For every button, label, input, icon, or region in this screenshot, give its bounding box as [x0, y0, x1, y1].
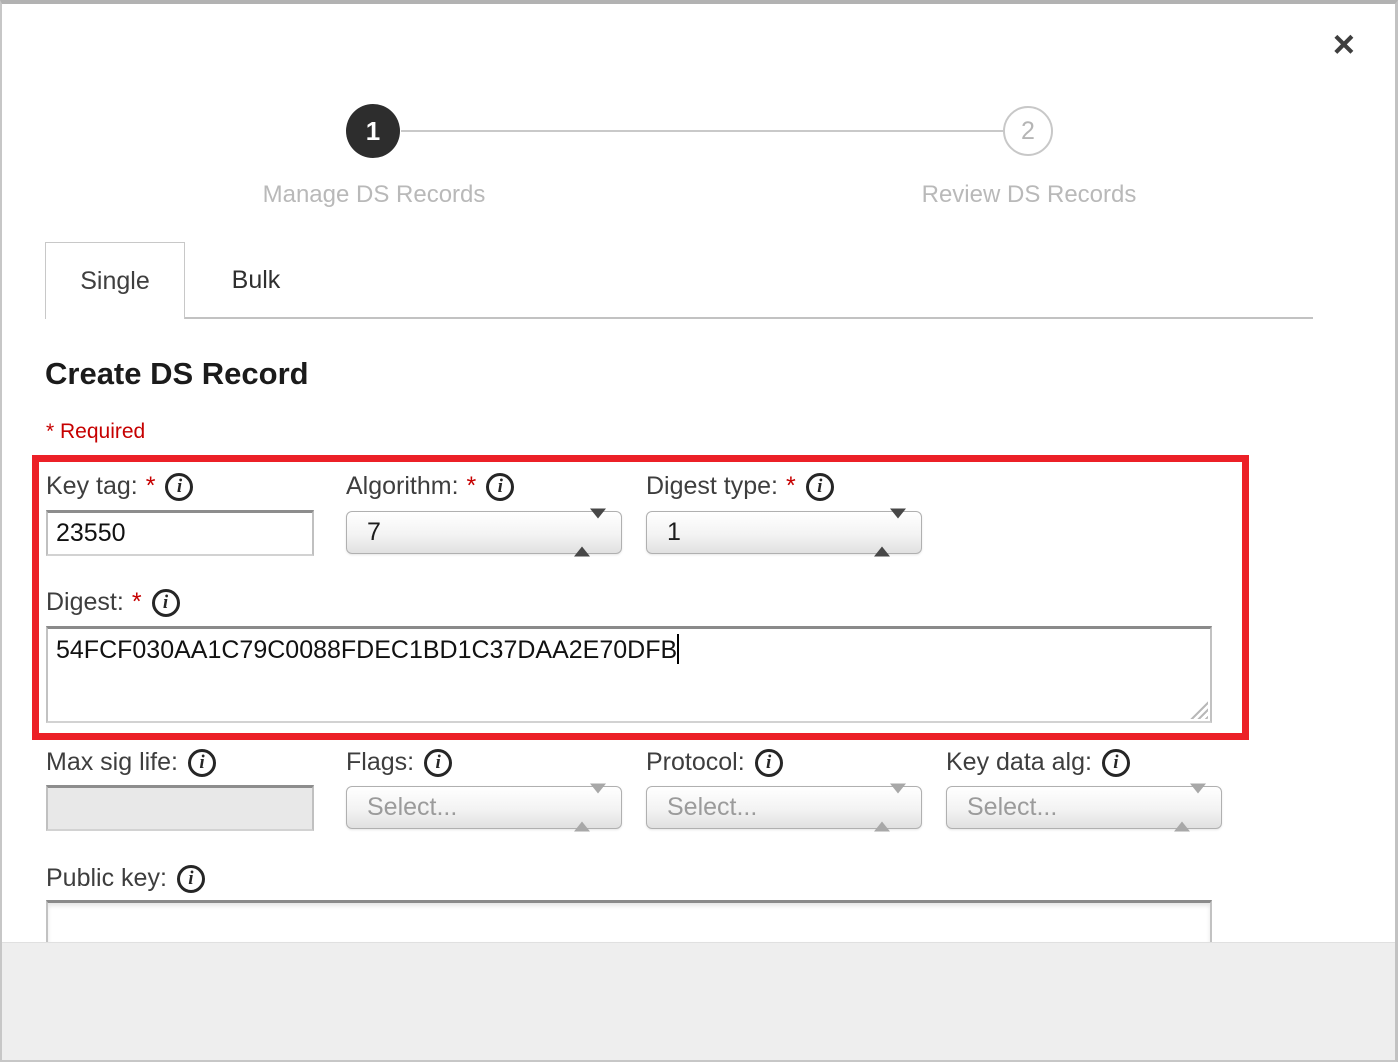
protocol-select[interactable]: Select...: [646, 786, 922, 829]
info-icon[interactable]: i: [165, 473, 193, 501]
required-note: * Required: [46, 420, 145, 444]
info-icon[interactable]: i: [1102, 749, 1130, 777]
max-sig-life-input[interactable]: [46, 785, 314, 831]
digest-label: Digest: * i: [46, 588, 180, 617]
public-key-label: Public key: i: [46, 864, 205, 893]
select-stepper-arrows-icon: [574, 518, 606, 547]
algorithm-select[interactable]: 7: [346, 511, 622, 554]
flags-label: Flags: i: [346, 748, 452, 777]
required-asterisk: *: [146, 472, 156, 501]
create-ds-record-modal: × 1 2 Manage DS Records Review DS Record…: [0, 0, 1398, 1062]
step-1-label: Manage DS Records: [204, 181, 544, 209]
algorithm-label: Algorithm: * i: [346, 472, 514, 501]
step-2-label: Review DS Records: [859, 181, 1199, 209]
text-caret: [677, 634, 679, 664]
key-tag-label: Key tag: * i: [46, 472, 193, 501]
step-1-indicator: 1: [346, 104, 400, 158]
key-data-alg-label: Key data alg: i: [946, 748, 1130, 777]
step-2-indicator: 2: [1003, 106, 1053, 156]
info-icon[interactable]: i: [755, 749, 783, 777]
modal-footer: Cancel Back Next: [2, 942, 1395, 1060]
info-icon[interactable]: i: [152, 589, 180, 617]
required-asterisk: *: [786, 472, 796, 501]
max-sig-life-label: Max sig life: i: [46, 748, 216, 777]
required-asterisk: *: [132, 588, 142, 617]
select-stepper-arrows-icon: [1174, 793, 1206, 822]
flags-select[interactable]: Select...: [346, 786, 622, 829]
info-icon[interactable]: i: [806, 473, 834, 501]
resize-grip-icon[interactable]: [1190, 701, 1208, 719]
info-icon[interactable]: i: [177, 865, 205, 893]
select-stepper-arrows-icon: [874, 518, 906, 547]
digest-type-label: Digest type: * i: [646, 472, 834, 501]
info-icon[interactable]: i: [424, 749, 452, 777]
required-asterisk: *: [467, 472, 477, 501]
stepper-connector-line: [401, 130, 1004, 132]
info-icon[interactable]: i: [188, 749, 216, 777]
select-stepper-arrows-icon: [874, 793, 906, 822]
key-tag-input[interactable]: [46, 510, 314, 556]
tab-single[interactable]: Single: [45, 242, 185, 319]
key-data-alg-select[interactable]: Select...: [946, 786, 1222, 829]
public-key-textarea[interactable]: [46, 900, 1212, 942]
digest-textarea[interactable]: 54FCF030AA1C79C0088FDEC1BD1C37DAA2E70DFB: [46, 626, 1212, 723]
protocol-label: Protocol: i: [646, 748, 783, 777]
tab-bulk[interactable]: Bulk: [186, 242, 326, 319]
info-icon[interactable]: i: [486, 473, 514, 501]
page-title: Create DS Record: [45, 356, 309, 392]
close-icon[interactable]: ×: [1333, 26, 1355, 64]
digest-type-select[interactable]: 1: [646, 511, 922, 554]
tab-bar-divider: [185, 317, 1313, 319]
select-stepper-arrows-icon: [574, 793, 606, 822]
